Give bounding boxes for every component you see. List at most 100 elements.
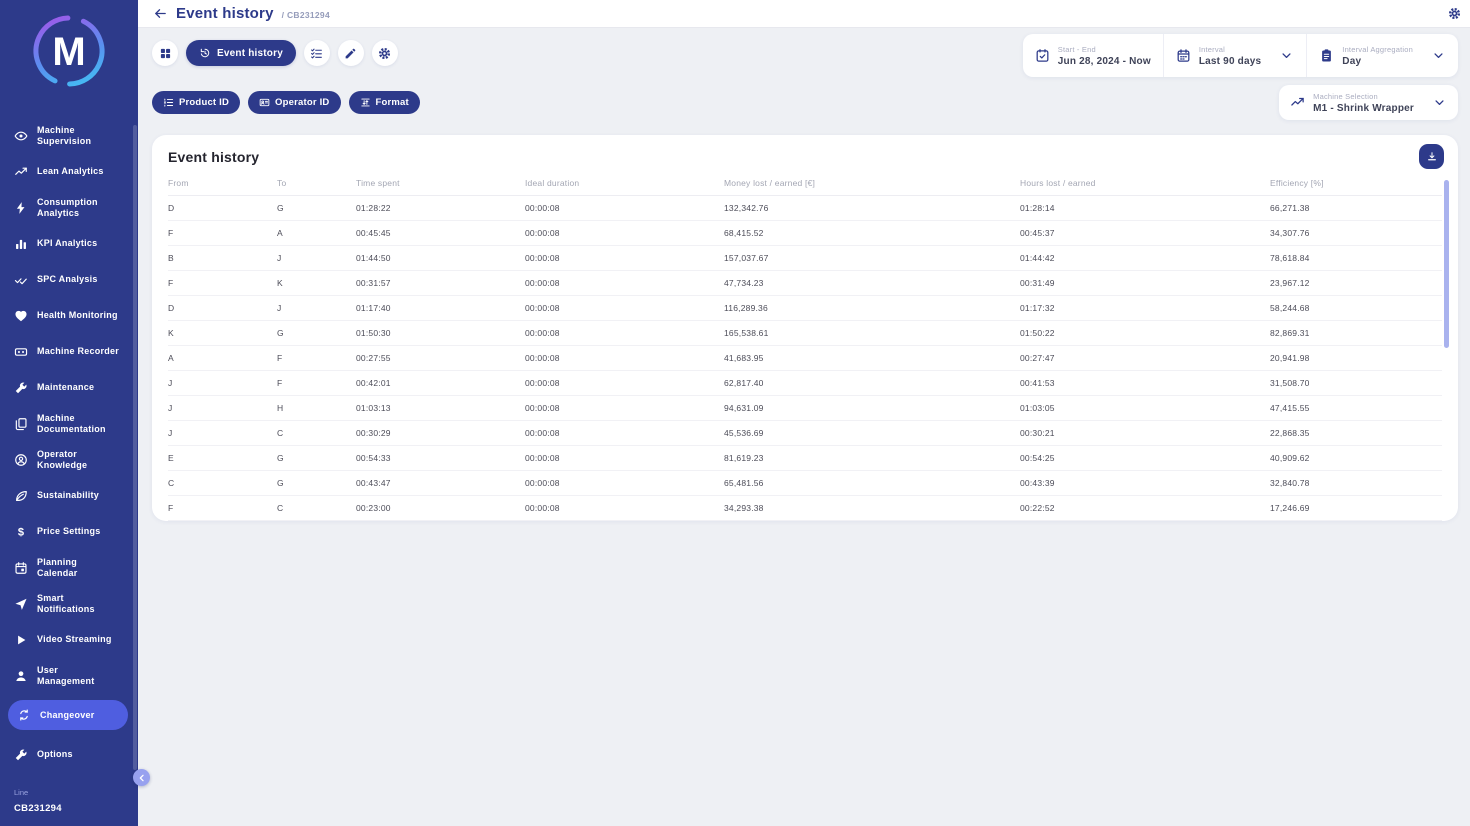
main-area: Event history / CB231294 Event history [138,0,1470,826]
download-button[interactable] [1419,144,1444,169]
sidebar-item-machine-recorder[interactable]: Machine Recorder [0,340,138,363]
product-id-chip[interactable]: Product ID [152,91,240,114]
interval-select[interactable]: Interval Last 90 days [1163,34,1306,77]
interval-aggregation-select[interactable]: Interval Aggregation Day [1306,34,1458,77]
pencil-icon [344,47,357,60]
sync-icon [17,708,31,722]
sidebar-item-machine-supervision[interactable]: Machine Supervision [0,124,138,147]
trend-line-icon [1290,95,1305,110]
sidebar-item-spc-analysis[interactable]: SPC Analysis [0,268,138,291]
sidebar-scrollbar[interactable] [133,125,137,770]
start-end-control[interactable]: Start - End Jun 28, 2024 - Now [1023,34,1163,77]
table-cell: 165,538.61 [724,328,1020,338]
calendar-range-icon [1176,48,1191,63]
table-row[interactable]: DG01:28:2200:00:08132,342.7601:28:1466,2… [168,196,1442,221]
table-cell: A [277,228,356,238]
table-cell: J [168,403,277,413]
clipboard-icon [1319,48,1334,63]
sidebar-item-changeover[interactable]: Changeover [8,700,128,730]
table-scrollbar-thumb[interactable] [1444,180,1449,348]
table-cell: D [168,203,277,213]
edit-button[interactable] [338,40,364,66]
sidebar-item-planning-calendar[interactable]: Planning Calendar [0,556,138,579]
table-cell: 00:27:55 [356,353,525,363]
sidebar-item-user-management[interactable]: User Management [0,664,138,687]
table-row[interactable]: JC00:30:2900:00:0845,536.6900:30:2122,86… [168,421,1442,446]
table-row[interactable]: FK00:31:5700:00:0847,734.2300:31:4923,96… [168,271,1442,296]
table-cell: 00:27:47 [1020,353,1270,363]
table-cell: 01:50:22 [1020,328,1270,338]
table-cell: J [277,253,356,263]
trend-icon [14,165,28,179]
settings-gear-icon[interactable] [1448,7,1461,20]
table-cell: 00:45:37 [1020,228,1270,238]
machine-selection-select[interactable]: Machine Selection M1 - Shrink Wrapper [1279,85,1458,120]
sidebar-item-options[interactable]: Options [0,743,138,766]
table-cell: 132,342.76 [724,203,1020,213]
product-id-chip-label: Product ID [179,97,229,108]
table-cell: 62,817.40 [724,378,1020,388]
table-cell: 00:23:00 [356,503,525,513]
sidebar-item-sustainability[interactable]: Sustainability [0,484,138,507]
table-cell: J [277,303,356,313]
table-cell: C [277,503,356,513]
top-bar: Event history / CB231294 [138,0,1470,28]
table-cell: 41,683.95 [724,353,1020,363]
table-row[interactable]: AF00:27:5500:00:0841,683.9500:27:4720,94… [168,346,1442,371]
table-row[interactable]: JF00:42:0100:00:0862,817.4000:41:5331,50… [168,371,1442,396]
table-cell: 01:03:13 [356,403,525,413]
sidebar-item-video-streaming[interactable]: Video Streaming [0,628,138,651]
sidebar-item-label: Price Settings [37,526,101,537]
sidebar-item-label: Planning Calendar [37,557,78,579]
table-row[interactable]: CG00:43:4700:00:0865,481.5600:43:3932,84… [168,471,1442,496]
operator-id-chip[interactable]: Operator ID [248,91,340,114]
leaf-icon [14,489,28,503]
table-cell: 58,244.68 [1270,303,1442,313]
table-cell: J [168,428,277,438]
table-row[interactable]: DJ01:17:4000:00:08116,289.3601:17:3258,2… [168,296,1442,321]
operator-id-chip-label: Operator ID [275,97,329,108]
logo-letter: M [52,30,85,74]
format-chip[interactable]: Format [349,91,420,114]
table-row[interactable]: EG00:54:3300:00:0881,619.2300:54:2540,90… [168,446,1442,471]
sidebar-item-consumption-analytics[interactable]: Consumption Analytics [0,196,138,219]
sidebar-item-maintenance[interactable]: Maintenance [0,376,138,399]
filter-chips: Product ID Operator ID Format [152,91,420,114]
table-cell: 00:00:08 [525,253,724,263]
event-history-tab[interactable]: Event history [186,40,296,66]
sidebar-collapse-button[interactable] [133,769,150,786]
sidebar-item-operator-knowledge[interactable]: Operator Knowledge [0,448,138,471]
table-row[interactable]: BJ01:44:5000:00:08157,037.6701:44:4278,6… [168,246,1442,271]
sidebar-item-label: Operator Knowledge [37,449,87,471]
back-button[interactable] [153,6,168,21]
sidebar-item-label: Consumption Analytics [37,197,98,219]
chevron-left-icon [137,773,147,783]
table-cell: 00:43:39 [1020,478,1270,488]
download-icon [1426,151,1438,163]
sidebar-item-label: SPC Analysis [37,274,98,285]
grid-view-button[interactable] [152,40,178,66]
table-row[interactable]: KG01:50:3000:00:08165,538.6101:50:2282,8… [168,321,1442,346]
sidebar-item-label: Sustainability [37,490,99,501]
table-row[interactable]: FA00:45:4500:00:0868,415.5200:45:3734,30… [168,221,1442,246]
column-header: From [168,178,277,188]
sidebar-item-smart-notifications[interactable]: Smart Notifications [0,592,138,615]
sidebar-item-lean-analytics[interactable]: Lean Analytics [0,160,138,183]
table-row[interactable]: JH01:03:1300:00:0894,631.0901:03:0547,41… [168,396,1442,421]
table-cell: J [168,378,277,388]
swap-arrows-icon [360,97,371,108]
sidebar-item-label: Machine Supervision [37,125,91,147]
checklist-button[interactable] [304,40,330,66]
settings-button[interactable] [372,40,398,66]
table-row[interactable]: FC00:23:0000:00:0834,293.3800:22:5217,24… [168,496,1442,521]
table-cell: B [168,253,277,263]
table-cell: 00:00:08 [525,428,724,438]
sidebar-item-price-settings[interactable]: $ Price Settings [0,520,138,543]
sidebar-nav: Machine Supervision Lean Analytics Consu… [0,124,138,766]
column-header: Time spent [356,178,525,188]
sidebar-item-health-monitoring[interactable]: Health Monitoring [0,304,138,327]
table-cell: 00:00:08 [525,228,724,238]
sidebar-item-machine-documentation[interactable]: Machine Documentation [0,412,138,435]
sidebar-item-kpi-analytics[interactable]: KPI Analytics [0,232,138,255]
table-cell: 01:44:50 [356,253,525,263]
